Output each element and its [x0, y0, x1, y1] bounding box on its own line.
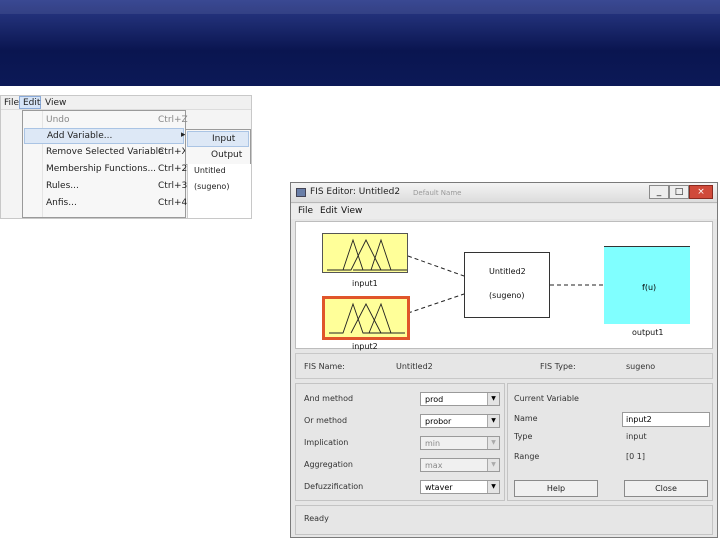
fis-name-value: Untitled2 [396, 362, 433, 371]
dropdown-arrow-icon: ▼ [487, 459, 499, 471]
minimize-button[interactable]: _ [649, 185, 669, 199]
output-function-label: f(u) [642, 283, 657, 292]
menu-edit[interactable]: Edit [23, 97, 40, 109]
variable-name-label: Name [514, 414, 538, 423]
menu-item-remove-variable[interactable]: Remove Selected Variable Ctrl+X [24, 145, 188, 161]
variable-range-value: [0 1] [626, 452, 645, 461]
add-variable-submenu: Input Output [185, 129, 251, 165]
fis-type-value: sugeno [626, 362, 656, 371]
slide-banner [0, 0, 720, 92]
fis-menu-edit[interactable]: Edit [320, 206, 337, 216]
title-bar[interactable]: FIS Editor: Untitled2 Default Name _ □ × [291, 183, 717, 203]
variable-name-input[interactable]: input2 [622, 412, 710, 427]
fis-editor-window: FIS Editor: Untitled2 Default Name _ □ ×… [290, 182, 718, 538]
app-icon [296, 188, 306, 197]
fis-type-label: FIS Type: [540, 362, 576, 371]
menu-item-shortcut: Ctrl+Z [158, 115, 188, 125]
aggregation-select: max ▼ [420, 458, 500, 472]
close-window-button[interactable]: × [689, 185, 713, 199]
system-type-label: (sugeno) [489, 291, 525, 300]
variable-name-value: input2 [626, 415, 652, 424]
select-value: max [425, 461, 443, 470]
menu-item-rules[interactable]: Rules... Ctrl+3 [24, 179, 188, 195]
dropdown-arrow-icon: ▼ [487, 437, 499, 449]
submenu-item-output[interactable]: Output [187, 148, 249, 164]
help-button[interactable]: Help [514, 480, 598, 497]
input1-mf-box[interactable] [322, 233, 408, 273]
submenu-item-input[interactable]: Input [187, 131, 249, 147]
defuzzification-select[interactable]: wtaver ▼ [420, 480, 500, 494]
dropdown-arrow-icon: ▼ [487, 481, 499, 493]
variable-range-label: Range [514, 452, 540, 461]
edit-menu-screenshot: File Edit View Undo Ctrl+Z Add Variable.… [0, 95, 252, 219]
menu-item-shortcut: Ctrl+2 [158, 164, 188, 174]
menu-item-shortcut: Ctrl+4 [158, 198, 188, 208]
input1-label: input1 [352, 279, 378, 288]
dropdown-arrow-icon: ▼ [487, 415, 499, 427]
fis-menu-bar: File Edit View [291, 204, 717, 219]
variable-type-value: input [626, 432, 647, 441]
window-subtitle: Default Name [413, 189, 462, 197]
fis-menu-view[interactable]: View [341, 206, 362, 216]
select-value: probor [425, 417, 452, 426]
menu-file[interactable]: File [4, 97, 19, 109]
input2-mf-box[interactable] [322, 296, 410, 340]
submenu-item-label: Input [212, 134, 236, 144]
aggregation-label: Aggregation [304, 460, 353, 469]
background-window-fragment: Untitled (sugeno) [187, 164, 251, 218]
menu-item-label: Anfis... [46, 198, 77, 208]
menu-item-undo[interactable]: Undo Ctrl+Z [24, 113, 188, 129]
maximize-button[interactable]: □ [669, 185, 689, 199]
fis-info-row: FIS Name: Untitled2 FIS Type: sugeno [295, 353, 713, 379]
output1-box[interactable]: f(u) [604, 246, 690, 324]
output1-label: output1 [632, 328, 664, 337]
menu-view[interactable]: View [45, 97, 66, 109]
menu-item-shortcut: Ctrl+X [158, 147, 188, 157]
submenu-item-label: Output [211, 150, 243, 160]
current-variable-panel: Current Variable Name input2 Type input … [507, 383, 713, 501]
membership-function-icon [329, 302, 405, 334]
input2-label: input2 [352, 342, 378, 351]
current-variable-heading: Current Variable [514, 394, 579, 403]
select-value: wtaver [425, 483, 453, 492]
banner-sheen [0, 0, 720, 14]
and-method-label: And method [304, 394, 354, 403]
status-text: Ready [304, 514, 329, 523]
menu-item-membership-functions[interactable]: Membership Functions... Ctrl+2 [24, 162, 188, 178]
membership-function-icon [327, 238, 407, 271]
menu-item-label: Undo [46, 115, 70, 125]
fis-menu-file[interactable]: File [298, 206, 313, 216]
menu-item-anfis[interactable]: Anfis... Ctrl+4 [24, 196, 188, 212]
banner-divider [0, 86, 720, 92]
edit-dropdown: Undo Ctrl+Z Add Variable... ▸ Remove Sel… [22, 110, 188, 218]
background-text: (sugeno) [194, 182, 230, 191]
menu-item-add-variable[interactable]: Add Variable... ▸ [24, 128, 186, 144]
select-value: prod [425, 395, 444, 404]
window-title: FIS Editor: Untitled2 [310, 187, 401, 197]
or-method-label: Or method [304, 416, 348, 425]
menu-item-label: Add Variable... [47, 131, 113, 141]
implication-select: min ▼ [420, 436, 500, 450]
defuzzification-label: Defuzzification [304, 482, 364, 491]
variable-type-label: Type [514, 432, 533, 441]
system-name-label: Untitled2 [489, 267, 526, 276]
background-text: Untitled [194, 166, 226, 175]
dropdown-arrow-icon: ▼ [487, 393, 499, 405]
and-method-select[interactable]: prod ▼ [420, 392, 500, 406]
implication-label: Implication [304, 438, 349, 447]
menu-item-label: Membership Functions... [46, 164, 157, 174]
menu-bar: File Edit View [1, 96, 251, 110]
menu-item-shortcut: Ctrl+3 [158, 181, 188, 191]
fis-system-box[interactable]: Untitled2 (sugeno) [464, 252, 550, 318]
or-method-select[interactable]: probor ▼ [420, 414, 500, 428]
methods-panel: And method prod ▼ Or method probor ▼ Imp… [295, 383, 505, 501]
close-button[interactable]: Close [624, 480, 708, 497]
fis-name-label: FIS Name: [304, 362, 345, 371]
menu-item-label: Rules... [46, 181, 79, 191]
select-value: min [425, 439, 441, 448]
menu-item-label: Remove Selected Variable [46, 147, 164, 157]
status-bar: Ready [295, 505, 713, 535]
fis-diagram: input1 input2 Untitled2 (sugeno) f(u) ou… [295, 221, 713, 351]
